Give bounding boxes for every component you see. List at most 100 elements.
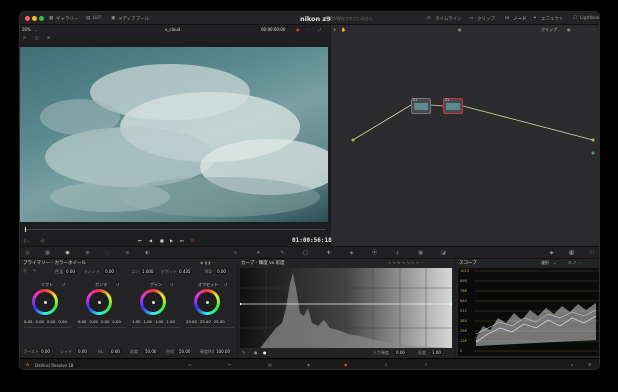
auto-balance-icon[interactable]: Ⓐ [23, 268, 27, 274]
fairlight-page-icon[interactable]: ♫ [384, 362, 388, 367]
settings-icon[interactable]: ⚙ [588, 362, 592, 367]
gamma-values[interactable]: 0.00 0.00 0.00 0.00 [78, 319, 121, 324]
lum-mix-value[interactable]: 100.00 [215, 349, 231, 354]
home-icon[interactable]: ⌂ [571, 362, 574, 367]
gain-wheel[interactable] [140, 289, 166, 315]
md-value[interactable]: 0.00 [216, 269, 227, 274]
effects-tab[interactable]: エフェクト [541, 16, 564, 22]
loop-icon[interactable]: ↻ [191, 238, 194, 243]
gamma-wheel[interactable] [86, 289, 112, 315]
zoom-level[interactable]: 30% [22, 27, 31, 32]
nodes-icon[interactable]: ⋈ [505, 16, 510, 21]
scope-mode[interactable]: 波形 [541, 260, 549, 266]
nodes-tab[interactable]: ノード [513, 16, 527, 22]
zoom-window-button[interactable] [39, 16, 44, 21]
contrast-value[interactable]: 1.000 [141, 269, 155, 274]
white-swatch-icon[interactable]: ● [263, 350, 267, 355]
gain-reset-icon[interactable]: ↺ [170, 282, 173, 287]
lightbox-tab[interactable]: Lightbox [580, 16, 599, 21]
pivot-value[interactable]: 0.435 [178, 269, 192, 274]
view-options-icon[interactable]: ▯⌄ [24, 238, 30, 243]
effects-icon[interactable]: ✦ [533, 16, 537, 21]
color-page-icon[interactable]: ◉ [344, 362, 348, 367]
gamma-reset-icon[interactable]: ↺ [116, 282, 119, 287]
gamma-slider[interactable] [78, 327, 126, 328]
node-editor[interactable]: ➤ ✋ ● クリップ ⌄ ● ⋯ 01 02 [331, 25, 599, 246]
fusion-page-icon[interactable]: ◈ [307, 362, 310, 367]
tint-value[interactable]: 0.00 [104, 269, 115, 274]
lift-b-value[interactable]: 0.00 [58, 319, 66, 324]
gain-g-value[interactable]: 1.00 [155, 319, 163, 324]
clips-icon[interactable]: ▭ [469, 16, 473, 21]
temp-value[interactable]: 0.00 [65, 269, 76, 274]
color-match-icon[interactable]: ▦ [44, 250, 51, 256]
offset-wheel[interactable] [194, 289, 220, 315]
viewer-image[interactable] [20, 47, 328, 222]
lut-icon[interactable]: ▤ [86, 16, 90, 21]
clips-tab[interactable]: クリップ [477, 16, 495, 22]
media-pool-tab[interactable]: メディアプール [118, 16, 149, 22]
offset-g-value[interactable]: 25.00 [200, 319, 211, 324]
scope-settings-icon[interactable]: ⚙ ⤢ ⋯ [568, 260, 581, 265]
first-frame-icon[interactable]: ⏮ [138, 238, 142, 243]
timeline-tab[interactable]: タイムライン [435, 16, 462, 22]
lift-wheel[interactable] [32, 289, 58, 315]
lift-values[interactable]: 0.00 0.00 0.00 0.00 [24, 319, 67, 324]
qualifier-icon[interactable]: ✎ [279, 250, 286, 256]
curves-mode-icons[interactable]: ∿ ∿ ∿ ∿ ∿ ∿ ∿ ⋯ [388, 260, 424, 265]
gamma-g-value[interactable]: 0.00 [101, 319, 109, 324]
node-01[interactable]: 01 [411, 98, 431, 114]
viewer-mode-icon[interactable]: ◉ [296, 27, 300, 32]
gain-y-value[interactable]: 1.00 [132, 319, 140, 324]
fx-icon[interactable]: ◐ [144, 250, 151, 256]
gain-values[interactable]: 1.00 1.00 1.00 1.00 [132, 319, 175, 324]
gallery-tab[interactable]: ギャラリー [56, 16, 79, 22]
camera-raw-icon[interactable]: ◎ [24, 250, 31, 256]
gallery-icon[interactable]: ▦ [49, 16, 53, 21]
offset-reset-icon[interactable]: ↺ [224, 282, 227, 287]
magic-mask-icon[interactable]: ◈ [348, 250, 355, 256]
boost-value[interactable]: 0.00 [40, 349, 51, 354]
split-icon[interactable]: ⊞ [47, 35, 50, 40]
wheels-mode-icon[interactable]: ◉ ▮ ▮ ⋯ [200, 260, 216, 265]
hdr-icon[interactable]: ⊕ [84, 250, 91, 256]
offset-b-value[interactable]: 25.00 [214, 319, 225, 324]
3d-icon[interactable]: ◪ [440, 250, 447, 256]
viewer-options-icon[interactable]: ⋯ [305, 27, 309, 32]
reverse-icon[interactable]: ◀ [149, 238, 152, 243]
stop-icon[interactable]: ■ [160, 238, 164, 243]
media-pool-icon[interactable]: ▣ [111, 16, 115, 21]
shadow-value[interactable]: 0.00 [77, 349, 88, 354]
info-icon[interactable]: ⓘ [588, 250, 595, 256]
minimize-window-button[interactable] [32, 16, 37, 21]
hue-value[interactable]: 50.00 [178, 349, 192, 354]
lift-g-value[interactable]: 0.00 [47, 319, 55, 324]
sizing-icon[interactable]: ▣ [417, 250, 424, 256]
lift-slider[interactable] [24, 327, 72, 328]
curve-graph[interactable] [240, 268, 452, 348]
gamma-r-value[interactable]: 0.00 [89, 319, 97, 324]
overlay-icon[interactable]: ⊡ [23, 35, 26, 40]
offset-r-value[interactable]: 25.00 [186, 319, 197, 324]
eyedropper-icon[interactable]: ✎ [242, 350, 245, 355]
gamma-b-value[interactable]: 0.00 [112, 319, 120, 324]
scrubber-track[interactable] [24, 229, 326, 230]
edit-page-icon[interactable]: ▤ [268, 362, 272, 367]
tracker-icon[interactable]: ✚ [325, 250, 332, 256]
offset-values[interactable]: 25.00 25.00 25.00 [186, 319, 225, 324]
black-swatch-icon[interactable]: ● [254, 350, 258, 355]
curves-icon[interactable]: ∿ [232, 250, 239, 256]
gamma-wheel-puck[interactable] [97, 300, 101, 304]
lift-reset-icon[interactable]: ↺ [62, 282, 65, 287]
cut-page-icon[interactable]: ✂ [228, 362, 231, 367]
rgb-mixer-icon[interactable]: ◌ [104, 250, 111, 256]
color-warper-icon[interactable]: ✦ [255, 250, 262, 256]
input-lum-value[interactable]: 0.00 [395, 350, 406, 355]
pick-icon[interactable]: ✎ [33, 268, 36, 273]
wipe-icon[interactable]: ◫ [35, 35, 39, 40]
close-window-button[interactable] [25, 16, 30, 21]
play-icon[interactable]: ▶ [170, 238, 173, 243]
blur-icon[interactable]: ⦿ [371, 250, 378, 256]
media-page-icon[interactable]: ▭ [188, 362, 192, 367]
expand-icon[interactable]: ⤢ [318, 27, 321, 32]
